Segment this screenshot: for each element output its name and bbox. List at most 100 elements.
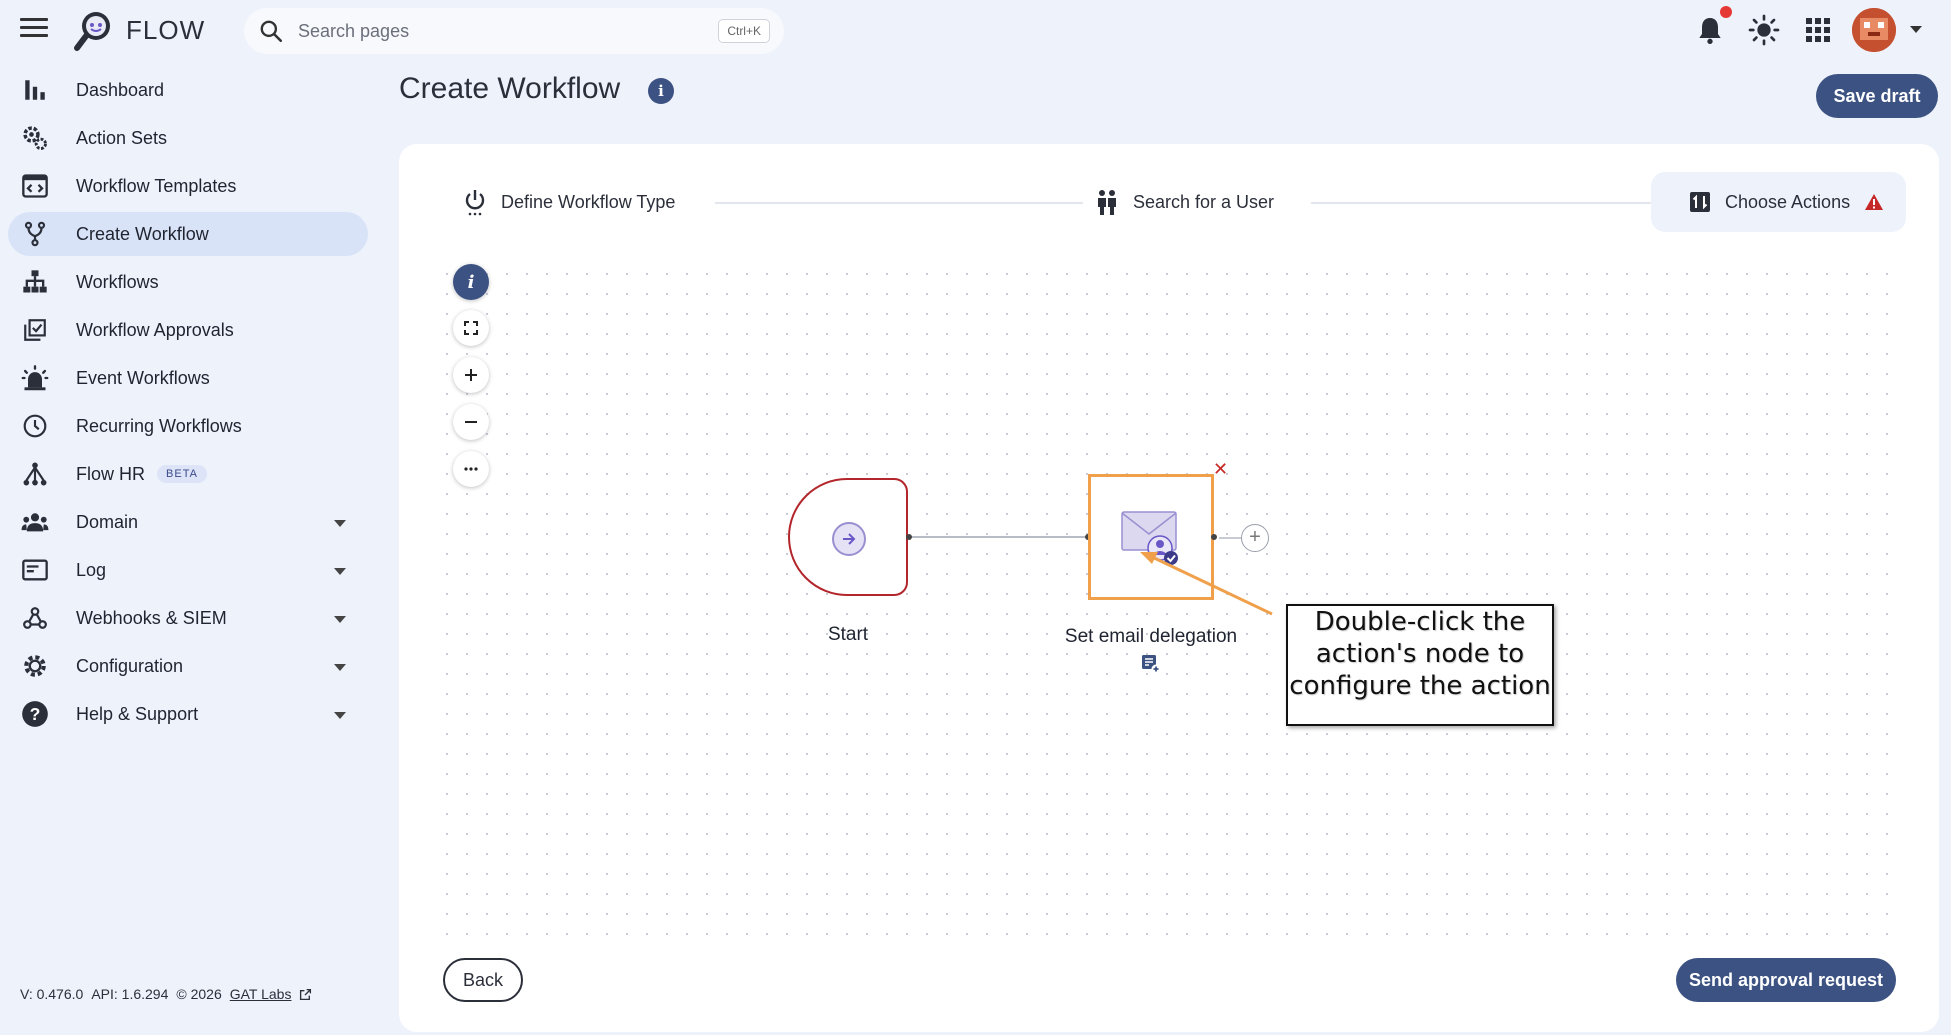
step-search-for-user[interactable]: Search for a User — [1095, 172, 1274, 232]
external-link-icon[interactable] — [299, 988, 312, 1001]
sidebar-item-label: Workflow Templates — [76, 175, 237, 196]
account-menu-caret-icon[interactable] — [1910, 26, 1922, 33]
help-icon: ? — [20, 699, 50, 729]
sidebar-item-label: Flow HR — [76, 463, 146, 484]
avatar-pixel-icon — [1852, 8, 1896, 52]
stepper: Define Workflow Type Search for a User C… — [399, 172, 1939, 232]
edge-handle[interactable] — [906, 534, 912, 540]
sitemap-icon — [20, 267, 50, 297]
sidebar: Dashboard Action Sets Workflow Templates… — [0, 68, 372, 740]
chevron-down-icon[interactable] — [334, 664, 346, 671]
sidebar-item-label: Webhooks & SIEM — [76, 607, 227, 628]
sidebar-item-event-workflows[interactable]: Event Workflows — [8, 356, 368, 400]
bell-icon[interactable] — [1694, 14, 1726, 46]
sidebar-item-configuration[interactable]: Configuration — [8, 644, 368, 688]
step-label: Choose Actions — [1725, 191, 1851, 212]
more-options-icon[interactable] — [453, 451, 489, 487]
step-connector — [715, 202, 1083, 204]
step-choose-actions[interactable]: Choose Actions — [1651, 172, 1907, 232]
warning-icon — [1865, 194, 1884, 210]
send-approval-request-button[interactable]: Send approval request — [1676, 958, 1896, 1002]
gear-icon — [20, 651, 50, 681]
sidebar-item-label: Help & Support — [76, 703, 199, 724]
zoom-in-icon[interactable] — [453, 357, 489, 393]
add-note-icon[interactable] — [1139, 652, 1161, 674]
chevron-down-icon[interactable] — [334, 568, 346, 575]
api-version: API: 1.6.294 — [91, 986, 169, 1002]
delete-node-icon[interactable]: ✕ — [1213, 460, 1228, 478]
hamburger-menu-icon[interactable] — [20, 18, 48, 42]
sidebar-item-create-workflow[interactable]: Create Workflow — [8, 212, 368, 256]
sidebar-item-domain[interactable]: Domain — [8, 500, 368, 544]
workflow-card: Define Workflow Type Search for a User C… — [399, 144, 1939, 1032]
page-title: Create Workflow — [399, 72, 621, 105]
step-label: Search for a User — [1133, 191, 1275, 212]
step-connector — [1311, 202, 1677, 204]
fit-view-icon[interactable] — [453, 310, 489, 346]
workflow-edge — [1219, 537, 1241, 539]
search-input[interactable] — [298, 20, 719, 42]
sidebar-item-label: Configuration — [76, 655, 184, 676]
save-draft-button[interactable]: Save draft — [1816, 74, 1938, 118]
sidebar-item-dashboard[interactable]: Dashboard — [8, 68, 368, 112]
sidebar-item-log[interactable]: Log — [8, 548, 368, 592]
power-icon — [465, 190, 485, 216]
sidebar-item-flow-hr[interactable]: Flow HR BETA — [8, 452, 368, 496]
sidebar-item-workflow-templates[interactable]: Workflow Templates — [8, 164, 368, 208]
webhook-icon — [20, 603, 50, 633]
template-icon — [20, 171, 50, 201]
beta-badge: BETA — [157, 465, 207, 483]
gears-icon — [20, 123, 50, 153]
alarm-icon — [20, 363, 50, 393]
add-node-button[interactable]: + — [1241, 524, 1269, 552]
sidebar-item-label: Log — [76, 559, 107, 580]
app-name: FLOW — [126, 14, 206, 45]
company-link[interactable]: GAT Labs — [230, 986, 292, 1002]
swap-icon — [1690, 192, 1710, 212]
hierarchy-icon — [20, 459, 50, 489]
copyright: © 2026 — [176, 986, 222, 1002]
app-logo[interactable]: FLOW — [72, 8, 205, 52]
edge-handle[interactable] — [1211, 534, 1217, 540]
chevron-down-icon[interactable] — [334, 616, 346, 623]
apps-grid-icon[interactable] — [1802, 14, 1834, 46]
sidebar-item-label: Event Workflows — [76, 367, 210, 388]
search-bar[interactable]: Ctrl+K — [244, 8, 784, 54]
users-icon — [1098, 190, 1116, 215]
workflow-canvas[interactable]: i Start ✕ + Set email delegation — [437, 264, 1897, 944]
approval-icon — [20, 315, 50, 345]
sidebar-item-workflow-approvals[interactable]: Workflow Approvals — [8, 308, 368, 352]
sidebar-item-action-sets[interactable]: Action Sets — [8, 116, 368, 160]
group-icon — [20, 507, 50, 537]
sidebar-item-label: Workflow Approvals — [76, 319, 234, 340]
clock-icon — [20, 411, 50, 441]
chevron-down-icon[interactable] — [334, 712, 346, 719]
sidebar-item-webhooks-siem[interactable]: Webhooks & SIEM — [8, 596, 368, 640]
canvas-info-icon[interactable]: i — [453, 264, 489, 300]
chevron-down-icon[interactable] — [334, 520, 346, 527]
sidebar-item-recurring-workflows[interactable]: Recurring Workflows — [8, 404, 368, 448]
workflow-edge — [908, 536, 1088, 538]
bar-chart-icon — [20, 75, 50, 105]
back-button[interactable]: Back — [443, 958, 523, 1002]
log-icon — [20, 555, 50, 585]
start-node[interactable] — [788, 478, 908, 596]
arrow-right-icon — [832, 522, 866, 556]
start-node-label: Start — [827, 624, 869, 645]
step-define-workflow-type[interactable]: Define Workflow Type — [463, 172, 675, 232]
zoom-out-icon[interactable] — [453, 404, 489, 440]
search-shortcut-hint: Ctrl+K — [718, 19, 770, 43]
avatar[interactable] — [1852, 8, 1896, 52]
version-footer: V: 0.476.0 API: 1.6.294 © 2026 GAT Labs — [20, 986, 312, 1002]
sidebar-item-label: Workflows — [76, 271, 159, 292]
app-version: V: 0.476.0 — [20, 986, 84, 1002]
sidebar-item-label: Action Sets — [76, 127, 168, 148]
sidebar-item-workflows[interactable]: Workflows — [8, 260, 368, 304]
info-icon[interactable]: i — [648, 78, 674, 104]
sun-icon[interactable] — [1748, 14, 1780, 46]
action-node-set-email-delegation[interactable] — [1088, 474, 1214, 600]
sidebar-item-label: Dashboard — [76, 79, 165, 100]
sidebar-item-label: Domain — [76, 511, 139, 532]
sidebar-item-help-support[interactable]: ? Help & Support — [8, 692, 368, 736]
fork-icon — [20, 219, 50, 249]
